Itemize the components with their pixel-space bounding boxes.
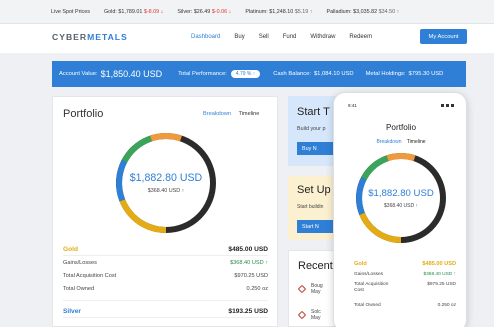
setup-card-text: Start buildin (297, 204, 324, 210)
nav-dashboard[interactable]: Dashboard (191, 34, 220, 40)
nav-redeem[interactable]: Redeem (349, 34, 372, 40)
portfolio-title: Portfolio (63, 108, 104, 120)
phone-donut-center: $1,882.80 USD $368.40 USD ↑ (354, 151, 448, 245)
nav-links: Dashboard Buy Sell Fund Withdraw Redeem (191, 34, 386, 40)
phone-portfolio-total: $1,882.80 USD (368, 187, 434, 199)
divider (63, 295, 268, 301)
nav-withdraw[interactable]: Withdraw (310, 34, 335, 40)
portfolio-tabs: Breakdown Timeline (203, 111, 259, 117)
gold-gains-row: Gains/Losses $368.40 USD ↑ (63, 259, 268, 266)
phone-donut-chart: $1,882.80 USD $368.40 USD ↑ (354, 151, 448, 245)
phone-holdings-list: Gold $485.00 USD Gains/Losses $368.40 USD … (354, 258, 456, 311)
phone-gold-gains-row: Gains/Losses $368.40 USD ↑ (354, 272, 456, 277)
portfolio-total: $1,882.80 USD (129, 172, 203, 184)
phone-tab-breakdown[interactable]: Breakdown (376, 139, 401, 145)
holdings-label: Metal Holdings: (365, 71, 406, 77)
ticker-gold: Gold: $1,789.01 $-8.09 ↓ (103, 8, 164, 15)
portfolio-card: Portfolio Breakdown Timeline $1,882.80 U… (52, 96, 278, 327)
nav-sell[interactable]: Sell (259, 34, 269, 40)
nav-fund[interactable]: Fund (283, 34, 297, 40)
start-card-title: Start T (297, 106, 330, 118)
holdings-list: Gold $485.00 USD Gains/Losses $368.40 USD … (63, 243, 268, 318)
phone-gold-owned-row: Total Owned 0.250 oz (354, 303, 456, 308)
recent-title: Recent (298, 260, 333, 272)
account-summary-bar: Account Value: $1,850.40 USD Total Perfo… (52, 61, 466, 87)
tag-icon (297, 310, 307, 320)
performance-label: Total Performance: (178, 71, 227, 77)
gold-row[interactable]: Gold $485.00 USD (63, 243, 268, 256)
cybermetals-logo[interactable]: CYBERMETALS (52, 32, 128, 42)
holdings-value: $795.30 USD (408, 71, 444, 77)
phone-tab-timeline[interactable]: Timeline (407, 139, 426, 145)
phone-gold-cost-row: Total Acquisition Cost $979.25 USD (354, 282, 456, 293)
phone-tabs: Breakdown Timeline (334, 139, 466, 145)
top-nav: CYBERMETALS Dashboard Buy Sell Fund With… (0, 24, 494, 53)
setup-card-title: Set Up (297, 184, 331, 196)
recent-item[interactable]: Solc May (297, 309, 321, 321)
cash-value: $1,084.10 USD (313, 71, 354, 77)
tab-timeline[interactable]: Timeline (238, 111, 259, 117)
phone-status-bar: 9:41 (348, 103, 454, 108)
ticker-silver: Silver: $26.49 $-0.06 ↓ (177, 8, 232, 15)
buy-now-button[interactable]: Buy N (297, 142, 337, 155)
account-value-label: Account Value: (59, 71, 98, 77)
cash-label: Cash Balance: (273, 71, 311, 77)
phone-gold-row[interactable]: Gold $485.00 USD (354, 258, 456, 269)
portfolio-gain: $368.40 USD ↑ (147, 188, 185, 194)
account-value: $1,850.40 USD (100, 69, 163, 79)
ticker-platinum: Platinum: $1,248.10 $5.19 ↑ (245, 8, 313, 15)
ticker-label: Live Spot Prices (51, 8, 90, 15)
donut-center: $1,882.80 USD $368.40 USD ↑ (113, 130, 219, 236)
gold-owned-row: Total Owned 0.250 oz (63, 285, 268, 292)
tag-icon (297, 284, 307, 294)
gold-cost-row: Total Acquisition Cost $970.25 USD (63, 272, 268, 279)
start-card-text: Build your p (297, 126, 326, 132)
performance-badge: 4.79 % ↑ (230, 70, 261, 78)
start-now-button[interactable]: Start N (297, 220, 337, 233)
phone-portfolio-title: Portfolio (385, 123, 417, 132)
tab-breakdown[interactable]: Breakdown (203, 111, 231, 117)
ticker-palladium: Palladium: $3,035.82 $34.50 ↑ (326, 8, 400, 15)
signal-battery-icon (441, 103, 454, 108)
phone-mockup: 9:41 Portfolio Breakdown Timeline $1,882… (333, 92, 467, 327)
silver-row[interactable]: Silver $193.25 USD (63, 305, 268, 318)
my-account-button[interactable]: My Account (420, 29, 467, 44)
phone-time: 9:41 (348, 103, 357, 108)
spot-price-ticker: Live Spot Prices Gold: $1,789.01 $-8.09 … (0, 0, 494, 24)
nav-buy[interactable]: Buy (234, 34, 244, 40)
phone-portfolio-gain: $368.40 USD ↑ (384, 202, 418, 209)
portfolio-donut-chart: $1,882.80 USD $368.40 USD ↑ (113, 130, 219, 236)
recent-item[interactable]: Boug May (297, 283, 323, 295)
